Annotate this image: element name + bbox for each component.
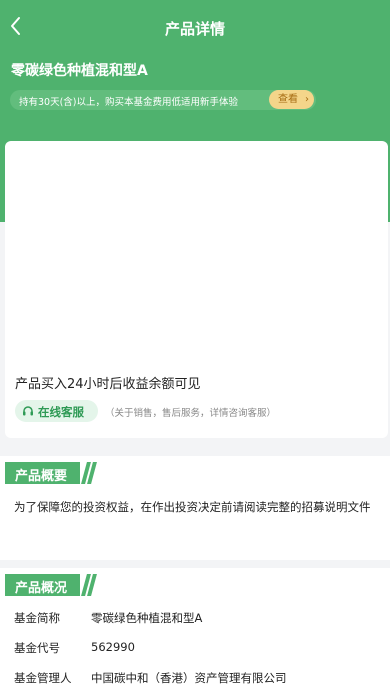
nav-bar: 产品详情 (0, 0, 390, 56)
overview-section: 产品概要 为了保障您的投资权益，在作出投资决定前请阅读完整的招募说明文件 (0, 456, 390, 560)
info-key: 基金管理人 (14, 671, 72, 685)
online-service-button[interactable]: 在线客服 (15, 400, 98, 422)
service-note: （关于销售，售后服务，详情咨询客服） (105, 408, 277, 419)
online-service-label: 在线客服 (38, 405, 84, 419)
notice-text: 持有30天(含)以上，购买本基金费用低适用新手体验 (19, 97, 239, 108)
section-title: 产品概要 (15, 469, 68, 484)
chevron-right-icon: › (305, 94, 309, 105)
summary-section: 产品概况 基金简称 零碳绿色种植混和型A 基金代号 562990 基金管理人 中… (0, 568, 390, 695)
info-key: 基金简称 (14, 611, 60, 625)
earnings-card: 产品买入24小时后收益余额可见 在线客服 （关于销售，售后服务，详情咨询客服） (5, 141, 388, 438)
section-header: 产品概况 (5, 574, 97, 596)
overview-text: 为了保障您的投资权益，在作出投资决定前请阅读完整的招募说明文件 (14, 500, 371, 514)
earnings-message: 产品买入24小时后收益余额可见 (15, 377, 201, 392)
info-value: 零碳绿色种植混和型A (91, 611, 203, 625)
headset-icon (23, 406, 33, 416)
view-button-label: 查看 (278, 94, 298, 105)
view-button[interactable]: 查看 › (269, 90, 314, 109)
section-title: 产品概况 (15, 581, 68, 596)
page-title: 产品详情 (164, 20, 225, 38)
info-key: 基金代号 (14, 641, 60, 655)
info-value: 562990 (91, 640, 135, 654)
info-value: 中国碳中和（香港）资产管理有限公司 (91, 671, 287, 685)
fund-name: 零碳绿色种植混和型A (11, 63, 148, 79)
section-header: 产品概要 (5, 462, 97, 484)
